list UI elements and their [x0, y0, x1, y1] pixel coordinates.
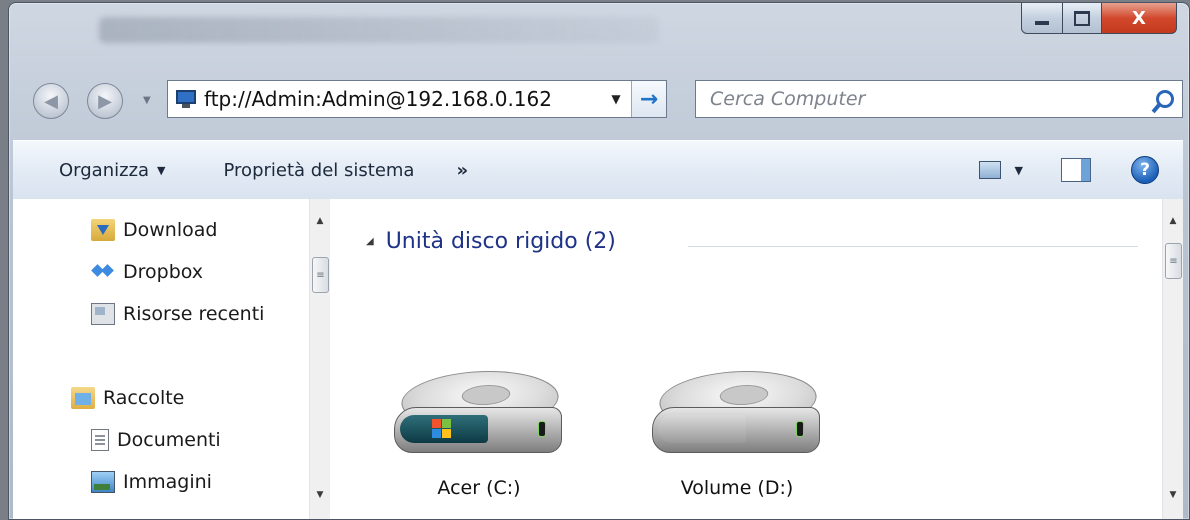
- organize-label: Organizza: [59, 159, 150, 181]
- nav-item-label: Risorse recenti: [123, 303, 265, 325]
- nav-item-label: Download: [123, 219, 218, 241]
- maximize-icon: [1074, 10, 1090, 26]
- drive-label: Volume (D:): [680, 477, 794, 499]
- blurred-background-text: [99, 17, 659, 43]
- drive-item-c[interactable]: Acer (C:): [384, 371, 574, 499]
- go-arrow-icon: →: [639, 86, 659, 112]
- scrollbar-thumb[interactable]: ≡: [1165, 243, 1182, 279]
- group-header[interactable]: ◢ Unità disco rigido (2): [366, 229, 616, 254]
- group-title: Unità disco rigido (2): [385, 229, 616, 254]
- nav-item-libraries[interactable]: Raccolte: [71, 387, 184, 409]
- maximize-button[interactable]: [1063, 3, 1102, 34]
- scroll-down-icon[interactable]: ▼: [310, 485, 330, 505]
- nav-pane-scrollbar[interactable]: ▲ ≡ ▼: [309, 199, 330, 519]
- system-drive-icon: [392, 371, 568, 461]
- content-pane: ◢ Unità disco rigido (2) Acer (C:) Volum…: [330, 199, 1183, 519]
- toolbar-right-group: ▼ ?: [978, 141, 1183, 199]
- hard-drive-icon: [650, 371, 826, 461]
- content-scrollbar[interactable]: ▲ ≡ ▼: [1162, 199, 1183, 519]
- download-folder-icon: [91, 219, 115, 241]
- group-divider: [688, 246, 1138, 247]
- minimize-icon: [1035, 21, 1049, 25]
- help-icon[interactable]: ?: [1131, 156, 1159, 184]
- dropbox-icon: [91, 261, 115, 283]
- search-input[interactable]: [708, 83, 1148, 115]
- documents-icon: [91, 429, 109, 451]
- system-properties-label: Proprietà del sistema: [223, 159, 415, 181]
- nav-item-dropbox[interactable]: Dropbox: [91, 261, 203, 283]
- drive-item-d[interactable]: Volume (D:): [642, 371, 832, 499]
- nav-item-label: Immagini: [123, 471, 212, 493]
- scroll-down-icon[interactable]: ▼: [1163, 485, 1183, 505]
- window-caption-buttons: X: [1021, 3, 1177, 34]
- recent-pages-dropdown[interactable]: ▼: [143, 95, 151, 106]
- recent-places-icon: [91, 303, 115, 325]
- minimize-button[interactable]: [1021, 3, 1063, 34]
- nav-item-recent[interactable]: Risorse recenti: [91, 303, 264, 325]
- address-dropdown-icon[interactable]: ▼: [601, 92, 631, 106]
- preview-pane-icon[interactable]: [1061, 158, 1091, 182]
- back-arrow-icon: ◀: [44, 90, 58, 112]
- nav-item-label: Documenti: [117, 429, 221, 451]
- pictures-icon: [91, 471, 115, 493]
- close-button[interactable]: X: [1102, 3, 1177, 34]
- system-properties-button[interactable]: Proprietà del sistema: [224, 160, 415, 181]
- command-bar: Organizza ▼ Proprietà del sistema » ▼ ?: [13, 140, 1183, 200]
- drive-label: Acer (C:): [437, 477, 521, 499]
- scroll-up-icon[interactable]: ▲: [310, 211, 330, 231]
- organize-button[interactable]: Organizza ▼: [59, 160, 166, 181]
- back-button[interactable]: ◀: [33, 83, 69, 119]
- nav-item-documents[interactable]: Documenti: [91, 429, 221, 451]
- nav-item-download[interactable]: Download: [91, 219, 217, 241]
- nav-item-pictures[interactable]: Immagini: [91, 471, 212, 493]
- close-icon: X: [1132, 7, 1146, 29]
- navigation-pane: Download Dropbox Risorse recenti Raccolt…: [13, 199, 330, 519]
- windows-logo-icon: [432, 419, 452, 439]
- computer-icon: [172, 88, 204, 110]
- libraries-icon: [71, 387, 95, 409]
- nav-item-label: Raccolte: [103, 387, 185, 409]
- forward-button[interactable]: ▶: [87, 83, 123, 119]
- search-box[interactable]: [695, 80, 1183, 118]
- address-bar[interactable]: ftp://Admin:Admin@192.168.0.162 ▼ →: [167, 80, 667, 118]
- nav-item-label: Dropbox: [123, 261, 204, 283]
- chevron-down-icon: ▼: [157, 163, 166, 177]
- collapse-group-icon[interactable]: ◢: [366, 236, 374, 247]
- view-options-dropdown-icon[interactable]: ▼: [1015, 164, 1023, 177]
- more-commands-button[interactable]: »: [456, 160, 468, 181]
- search-icon[interactable]: [1148, 90, 1182, 108]
- go-button[interactable]: →: [631, 81, 666, 117]
- scrollbar-thumb[interactable]: ≡: [312, 257, 329, 293]
- forward-arrow-icon: ▶: [98, 90, 112, 112]
- change-view-icon[interactable]: [978, 161, 1001, 179]
- scroll-up-icon[interactable]: ▲: [1163, 211, 1183, 231]
- explorer-window: X ◀ ▶ ▼ ftp://Admin:Admin@192.168.0.162 …: [8, 2, 1190, 520]
- address-path[interactable]: ftp://Admin:Admin@192.168.0.162: [204, 87, 601, 111]
